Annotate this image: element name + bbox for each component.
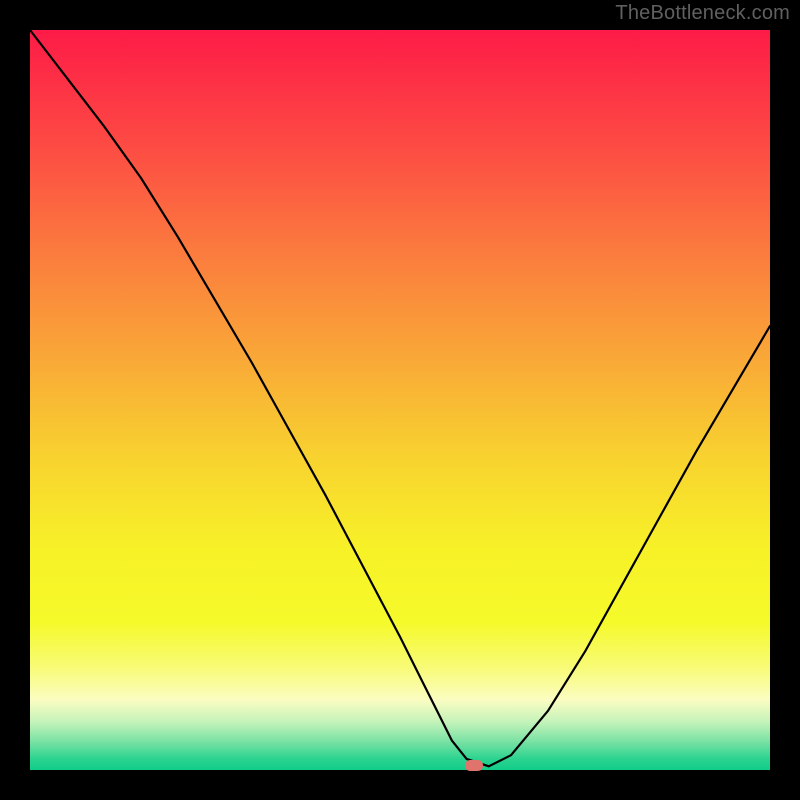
highlight-marker (465, 760, 483, 771)
plot-background (30, 30, 770, 770)
bottleneck-chart (0, 0, 800, 800)
attribution-label: TheBottleneck.com (615, 2, 790, 25)
chart-container: TheBottleneck.com (0, 0, 800, 800)
